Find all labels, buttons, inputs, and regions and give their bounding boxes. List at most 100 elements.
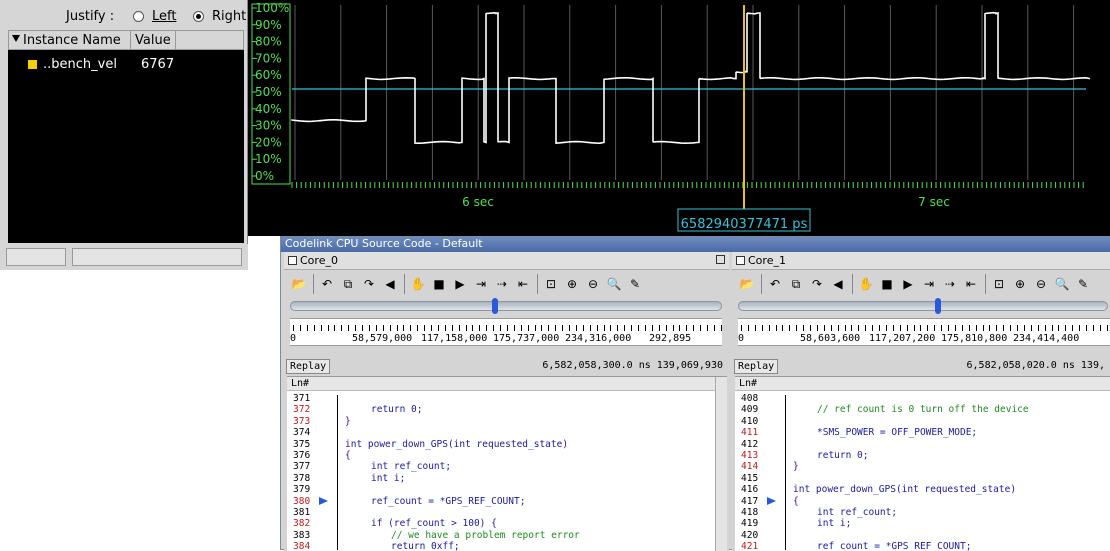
toolbar-separator xyxy=(537,274,538,294)
zoom-fit-icon[interactable]: ⊡ xyxy=(990,275,1008,293)
tab-core-0[interactable]: Core_0 xyxy=(284,252,729,270)
code-line[interactable]: 418 int ref_count; xyxy=(735,507,1110,518)
waveform-svg[interactable]: 100% 90% 80% 70% 60% 50% 40% 30% 20% 10% 0% 658294… xyxy=(248,0,1110,236)
code-line[interactable]: 414} xyxy=(735,461,1110,472)
code-line[interactable]: 410 xyxy=(735,416,1110,427)
code-line[interactable]: 380 ref_count = *GPS_REF_COUNT; xyxy=(287,496,727,507)
replay-button[interactable]: Replay xyxy=(286,359,331,374)
code-line[interactable]: 408 xyxy=(735,393,1110,404)
code-line[interactable]: 376 { xyxy=(287,450,727,461)
timeline-slider[interactable] xyxy=(738,301,1108,311)
step-back-icon[interactable]: ↶ xyxy=(318,275,336,293)
code-line[interactable]: 413 return 0; xyxy=(735,450,1110,461)
code-line[interactable]: 415 xyxy=(735,473,1110,484)
code-line[interactable]: 383 // we have a problem report error xyxy=(287,530,727,541)
justify-left-radio[interactable] xyxy=(133,11,144,22)
ruler-tick xyxy=(672,325,674,331)
code-line[interactable]: 371 xyxy=(287,393,727,404)
code-view-core1[interactable]: Ln# 408 409 // ref count is 0 turn off the… xyxy=(735,376,1110,551)
code-line[interactable]: 382 if (ref_count > 100) { xyxy=(287,518,727,529)
time-ruler[interactable] xyxy=(291,181,1086,189)
play-icon[interactable]: ▶ xyxy=(899,275,917,293)
step-back-icon[interactable]: ↶ xyxy=(766,275,784,293)
slider-thumb[interactable] xyxy=(935,298,941,314)
stop-icon[interactable]: ■ xyxy=(430,275,448,293)
step-out-icon[interactable]: ⇤ xyxy=(962,275,980,293)
code-line[interactable]: 375 int power_down_GPS(int requested_stat… xyxy=(287,439,727,450)
justify-right-label[interactable]: Right xyxy=(212,9,246,24)
code-line[interactable]: 419 int i; xyxy=(735,518,1110,529)
step-out-icon[interactable]: ⇤ xyxy=(514,275,532,293)
zoom-out-icon[interactable]: ⊖ xyxy=(1032,275,1050,293)
code-line[interactable]: 373} xyxy=(287,416,727,427)
code-line[interactable]: 381 xyxy=(287,507,727,518)
ruler-tick xyxy=(899,325,901,331)
back-arrow-icon[interactable]: ◀ xyxy=(829,275,847,293)
timeline-ruler[interactable]: 0 58,603,600 117,207,200 175,810,800 234,414… xyxy=(738,318,1110,346)
col-instance-name[interactable]: Instance Name xyxy=(23,33,121,48)
code-line[interactable]: 411 *SMS_POWER = OFF_POWER_MODE; xyxy=(735,427,1110,438)
replay-button[interactable]: Replay xyxy=(734,359,779,374)
ruler-tick xyxy=(520,325,522,331)
sort-arrow-icon[interactable] xyxy=(12,35,20,42)
highlight-icon[interactable]: ✎ xyxy=(626,275,644,293)
hand-tool-icon[interactable]: ✋ xyxy=(409,275,427,293)
code-line[interactable]: 374 xyxy=(287,427,727,438)
fold-guide xyxy=(337,395,338,550)
maximize-icon[interactable] xyxy=(716,255,725,264)
line-number: 380 xyxy=(293,495,311,507)
code-text: if (ref_count > 100) { xyxy=(371,518,497,530)
code-view-core0[interactable]: Ln# 371 372 return 0; 373} 374 375 int power_d… xyxy=(287,376,727,551)
ruler-tick xyxy=(631,325,633,331)
timeline-ruler[interactable]: 0 58,579,000 117,158,000 175,737,000 234,316… xyxy=(290,318,722,346)
slider-thumb[interactable] xyxy=(492,298,498,314)
justify-row: Justify : Left Right xyxy=(0,6,248,28)
copy-icon[interactable]: ⧉ xyxy=(339,275,357,293)
code-line[interactable]: 420 xyxy=(735,530,1110,541)
step-icon[interactable]: ↷ xyxy=(808,275,826,293)
zoom-in-icon[interactable]: ⊕ xyxy=(1011,275,1029,293)
timeline-slider[interactable] xyxy=(290,301,722,311)
hand-tool-icon[interactable]: ✋ xyxy=(857,275,875,293)
code-line[interactable]: 377 int ref_count; xyxy=(287,461,727,472)
step-into-icon[interactable]: ⇥ xyxy=(920,275,938,293)
code-text: int ref_count; xyxy=(371,461,452,473)
code-line[interactable]: 379 xyxy=(287,484,727,495)
toolbar-separator xyxy=(985,274,986,294)
step-over-icon[interactable]: ⇢ xyxy=(493,275,511,293)
waveform-viewer[interactable]: 100% 90% 80% 70% 60% 50% 40% 30% 20% 10% 0% 658294… xyxy=(248,0,1110,236)
zoom-in-icon[interactable]: ⊕ xyxy=(563,275,581,293)
code-line[interactable]: 409 // ref count is 0 turn off the device xyxy=(735,404,1110,415)
code-line[interactable]: 417 { xyxy=(735,496,1110,507)
copy-icon[interactable]: ⧉ xyxy=(787,275,805,293)
ruler-tick xyxy=(644,325,646,331)
back-arrow-icon[interactable]: ◀ xyxy=(381,275,399,293)
step-over-icon[interactable]: ⇢ xyxy=(941,275,959,293)
ruler-tick xyxy=(562,325,564,331)
code-text: int power_down_GPS(int requested_state) xyxy=(345,438,569,450)
col-value[interactable]: Value xyxy=(135,33,171,48)
ruler-tick xyxy=(1092,325,1094,331)
step-icon[interactable]: ↷ xyxy=(360,275,378,293)
stop-icon[interactable]: ■ xyxy=(878,275,896,293)
zoom-fit-icon[interactable]: ⊡ xyxy=(542,275,560,293)
window-title[interactable]: Codelink CPU Source Code - Default xyxy=(281,237,1110,252)
line-number: 373 xyxy=(293,415,311,427)
code-line[interactable]: 416 int power_down_GPS(int requested_stat… xyxy=(735,484,1110,495)
code-line[interactable]: 412 xyxy=(735,439,1110,450)
search-icon[interactable]: 🔍 xyxy=(605,275,623,293)
search-icon[interactable]: 🔍 xyxy=(1053,275,1071,293)
justify-right-radio[interactable] xyxy=(193,11,204,22)
tab-core-1[interactable]: Core_1 xyxy=(732,252,1110,270)
highlight-icon[interactable]: ✎ xyxy=(1074,275,1092,293)
justify-left-label[interactable]: Left xyxy=(152,9,176,24)
toolbar-separator xyxy=(852,274,853,294)
code-line[interactable]: 372 return 0; xyxy=(287,404,727,415)
code-line[interactable]: 378 int i; xyxy=(287,473,727,484)
open-folder-icon[interactable]: 📂 xyxy=(738,275,756,293)
zoom-out-icon[interactable]: ⊖ xyxy=(584,275,602,293)
step-into-icon[interactable]: ⇥ xyxy=(472,275,490,293)
open-folder-icon[interactable]: 📂 xyxy=(290,275,308,293)
list-item[interactable]: ..bench_vel 6767 xyxy=(8,56,244,74)
play-icon[interactable]: ▶ xyxy=(451,275,469,293)
